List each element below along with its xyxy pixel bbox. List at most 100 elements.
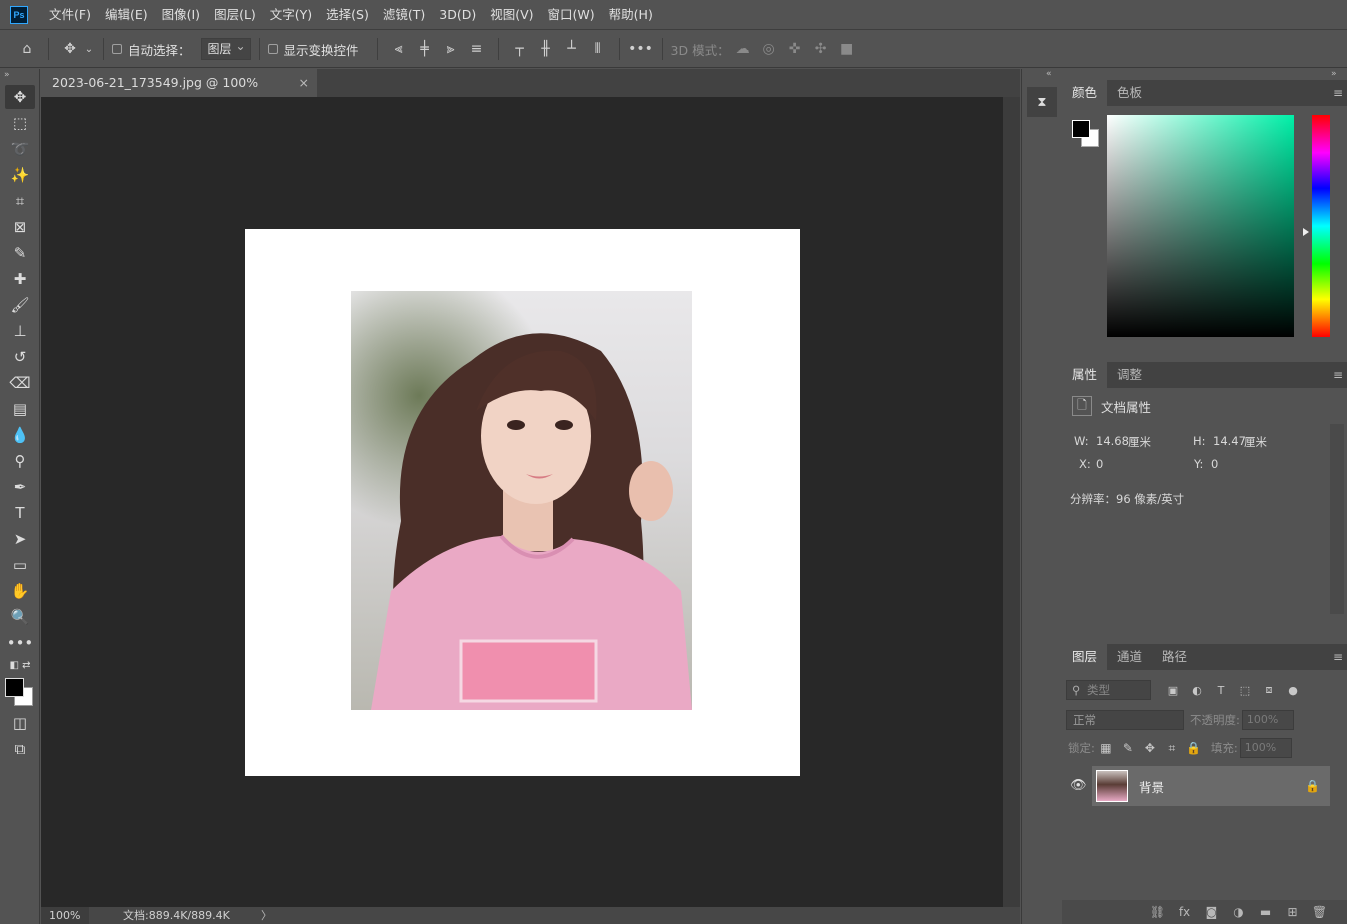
foreground-color-swatch[interactable] xyxy=(1072,120,1090,138)
brush-tool-icon[interactable]: 🖌 xyxy=(5,293,35,317)
tab-properties[interactable]: 属性 xyxy=(1062,362,1108,388)
menu-window[interactable]: 窗口(W) xyxy=(541,0,602,30)
link-layers-icon[interactable]: ⛓ xyxy=(1144,905,1171,919)
default-swap-colors-icon[interactable]: ◧ ⇄ xyxy=(5,657,35,673)
3d-scale-icon[interactable]: ■ xyxy=(834,36,860,62)
gradient-tool-icon[interactable]: ▤ xyxy=(5,397,35,421)
adjustment-filter-icon[interactable]: ◐ xyxy=(1185,684,1209,697)
color-picker-field[interactable] xyxy=(1107,115,1294,337)
align-top-icon[interactable]: ┬ xyxy=(507,36,533,62)
3d-pan-icon[interactable]: ✜ xyxy=(782,36,808,62)
lock-position-icon[interactable]: ✥ xyxy=(1139,741,1161,755)
show-transform-checkbox[interactable] xyxy=(267,44,278,54)
fx-icon[interactable]: fx xyxy=(1171,905,1198,919)
path-selection-tool-icon[interactable]: ➤ xyxy=(5,527,35,551)
tab-swatches[interactable]: 色板 xyxy=(1107,80,1152,106)
opacity-field[interactable]: 100% xyxy=(1241,710,1294,730)
blur-tool-icon[interactable]: 💧 xyxy=(5,423,35,447)
hue-slider[interactable] xyxy=(1312,115,1330,337)
eraser-tool-icon[interactable]: ⌫ xyxy=(5,371,35,395)
marquee-tool-icon[interactable]: ⬚ xyxy=(5,111,35,135)
rectangle-tool-icon[interactable]: ▭ xyxy=(5,553,35,577)
expand-toolbar-icon[interactable]: » xyxy=(0,69,39,83)
healing-brush-tool-icon[interactable]: ✚ xyxy=(5,267,35,291)
edit-toolbar-icon[interactable]: ••• xyxy=(5,631,35,655)
layer-name[interactable]: 背景 xyxy=(1139,777,1164,796)
menu-filter[interactable]: 滤镜(T) xyxy=(376,0,432,30)
distribute-horizontal-icon[interactable]: ≡ xyxy=(464,36,490,62)
zoom-level-field[interactable]: 100% xyxy=(41,907,89,924)
width-value[interactable]: 14.68 xyxy=(1096,434,1129,448)
align-right-icon[interactable]: ⫸ xyxy=(438,36,464,62)
panel-menu-icon[interactable]: ≡ xyxy=(1333,368,1343,382)
properties-scrollbar[interactable] xyxy=(1330,424,1344,614)
home-icon[interactable]: ⌂ xyxy=(14,36,40,62)
new-layer-icon[interactable]: ⊞ xyxy=(1279,905,1306,919)
3d-roll-icon[interactable]: ◎ xyxy=(756,36,782,62)
pixel-filter-icon[interactable]: ▣ xyxy=(1161,684,1185,697)
tab-color[interactable]: 颜色 xyxy=(1062,80,1108,106)
filter-toggle-icon[interactable]: ● xyxy=(1281,684,1305,697)
expand-right-icon[interactable]: » xyxy=(1331,69,1337,79)
lock-image-pixels-icon[interactable]: ✎ xyxy=(1117,741,1139,755)
auto-select-checkbox[interactable] xyxy=(112,44,122,54)
tab-adjustments[interactable]: 调整 xyxy=(1107,362,1152,388)
more-options-icon[interactable]: ••• xyxy=(628,36,654,62)
foreground-color-swatch[interactable] xyxy=(5,678,24,697)
magic-wand-tool-icon[interactable]: ✨ xyxy=(5,163,35,187)
history-panel-icon[interactable]: ⧗ xyxy=(1027,87,1057,117)
align-middle-v-icon[interactable]: ╫ xyxy=(533,36,559,62)
align-center-h-icon[interactable]: ╪ xyxy=(412,36,438,62)
panel-menu-icon[interactable]: ≡ xyxy=(1333,650,1343,664)
layer-row[interactable]: 背景 🔒 xyxy=(1092,766,1330,806)
tab-paths[interactable]: 路径 xyxy=(1152,644,1197,670)
close-icon[interactable]: × xyxy=(299,69,309,97)
menu-layer[interactable]: 图层(L) xyxy=(207,0,263,30)
vertical-scrollbar[interactable] xyxy=(1003,97,1020,907)
zoom-tool-icon[interactable]: 🔍 xyxy=(5,605,35,629)
collapse-left-icon[interactable]: « xyxy=(1046,69,1052,79)
tab-layers[interactable]: 图层 xyxy=(1062,644,1108,670)
hand-tool-icon[interactable]: ✋ xyxy=(5,579,35,603)
chevron-right-icon[interactable]: 〉 xyxy=(261,907,272,924)
tab-channels[interactable]: 通道 xyxy=(1107,644,1152,670)
menu-image[interactable]: 图像(I) xyxy=(155,0,207,30)
3d-orbit-icon[interactable]: ☁ xyxy=(730,36,756,62)
layer-kind-filter[interactable]: ⚲ 类型 xyxy=(1066,680,1151,700)
type-filter-icon[interactable]: T xyxy=(1209,684,1233,697)
add-mask-icon[interactable]: ◙ xyxy=(1198,905,1225,919)
eyedropper-tool-icon[interactable]: ✎ xyxy=(5,241,35,265)
lock-all-icon[interactable]: 🔒 xyxy=(1183,741,1205,755)
auto-select-dropdown[interactable]: 图层 xyxy=(200,36,251,60)
menu-3d[interactable]: 3D(D) xyxy=(432,0,483,30)
history-brush-tool-icon[interactable]: ↺ xyxy=(5,345,35,369)
frame-tool-icon[interactable]: ⊠ xyxy=(5,215,35,239)
menu-help[interactable]: 帮助(H) xyxy=(602,0,660,30)
menu-file[interactable]: 文件(F) xyxy=(42,0,98,30)
lock-artboard-icon[interactable]: ⌗ xyxy=(1161,741,1183,756)
lock-icon[interactable]: 🔒 xyxy=(1305,779,1320,793)
menu-view[interactable]: 视图(V) xyxy=(483,0,540,30)
align-left-icon[interactable]: ⫷ xyxy=(386,36,412,62)
move-tool-preset-icon[interactable]: ✥ xyxy=(57,36,83,62)
y-value[interactable]: 0 xyxy=(1211,457,1218,471)
document-tab[interactable]: 2023-06-21_173549.jpg @ 100%(RGB/8#) * × xyxy=(41,69,317,118)
move-tool-icon[interactable]: ✥ xyxy=(5,85,35,109)
shape-filter-icon[interactable]: ⬚ xyxy=(1233,684,1257,697)
menu-edit[interactable]: 编辑(E) xyxy=(98,0,155,30)
hue-slider-marker[interactable] xyxy=(1303,228,1309,236)
document-size-info[interactable]: 文档:889.4K/889.4K xyxy=(123,907,230,924)
lock-transparent-pixels-icon[interactable]: ▦ xyxy=(1095,741,1117,755)
x-value[interactable]: 0 xyxy=(1096,457,1103,471)
type-tool-icon[interactable]: T xyxy=(5,501,35,525)
chevron-down-icon[interactable]: ⌄ xyxy=(83,36,95,62)
delete-layer-icon[interactable]: 🗑 xyxy=(1306,905,1333,919)
eye-icon[interactable]: 👁 xyxy=(1070,778,1087,793)
distribute-vertical-icon[interactable]: ⦀ xyxy=(585,36,611,62)
lasso-tool-icon[interactable]: ➰ xyxy=(5,137,35,161)
smart-object-filter-icon[interactable]: ⧈ xyxy=(1257,683,1281,697)
height-value[interactable]: 14.47 xyxy=(1213,434,1246,448)
crop-tool-icon[interactable]: ⌗ xyxy=(5,189,35,213)
3d-slide-icon[interactable]: ✣ xyxy=(808,36,834,62)
blend-mode-select[interactable]: 正常 xyxy=(1066,710,1184,730)
